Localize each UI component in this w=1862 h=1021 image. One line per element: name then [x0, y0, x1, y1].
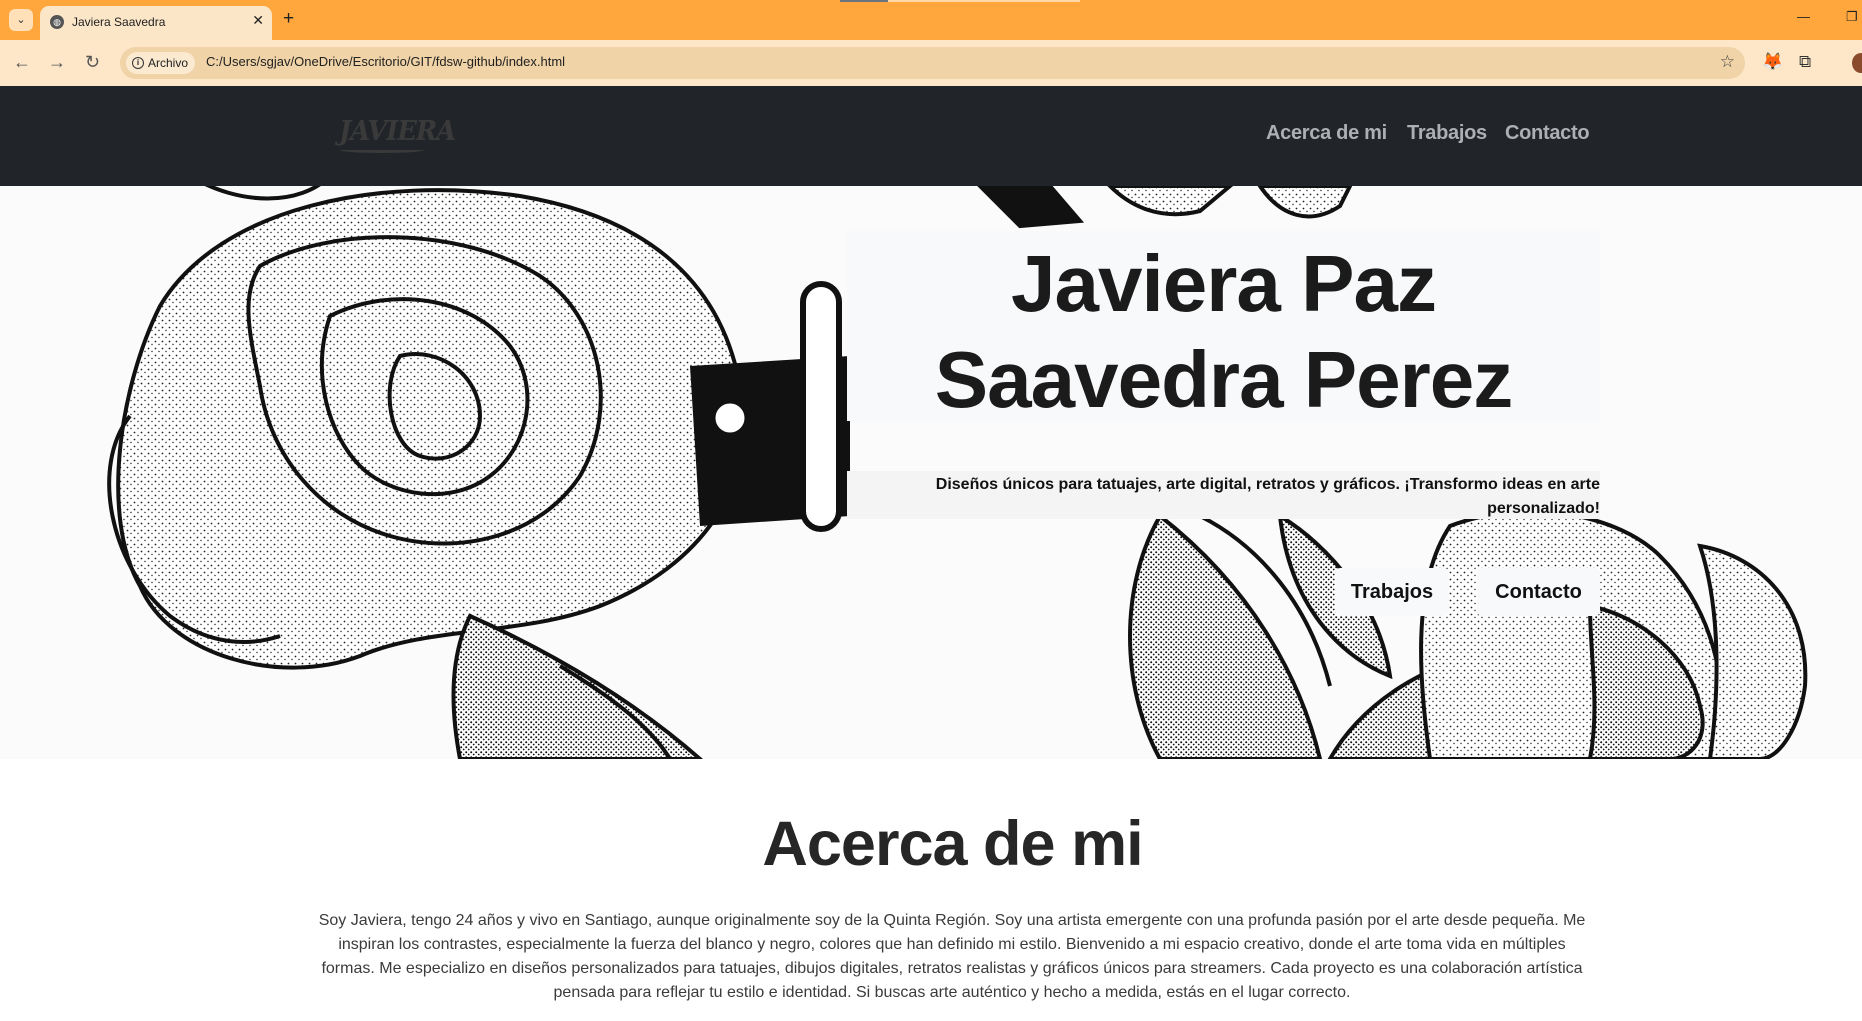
close-tab-icon[interactable]: ✕	[252, 12, 264, 29]
extensions-puzzle-icon[interactable]: ⧉	[1799, 52, 1811, 72]
browser-tab-bar: ⌄ ◍ Javiera Saavedra ✕ + — ❐	[0, 0, 1862, 40]
profile-avatar[interactable]	[1852, 53, 1862, 73]
address-bar[interactable]: i Archivo C:/Users/sgjav/OneDrive/Escrit…	[120, 47, 1745, 79]
extension-icon[interactable]: 🦊	[1762, 52, 1783, 72]
logo-swoosh	[340, 147, 424, 153]
about-heading: Acerca de mi	[762, 809, 1143, 879]
bookmark-star-icon[interactable]: ☆	[1720, 52, 1735, 72]
site-logo[interactable]: JAVIERA	[339, 116, 456, 147]
minimize-button[interactable]: —	[1797, 9, 1810, 24]
restore-button[interactable]: ❐	[1846, 9, 1858, 25]
tab-title: Javiera Saavedra	[72, 15, 166, 29]
trabajos-button[interactable]: Trabajos	[1335, 568, 1449, 616]
info-icon: i	[132, 57, 144, 69]
reload-button[interactable]: ↻	[85, 52, 100, 72]
hero-section: Javiera Paz Saavedra Perez Diseños único…	[0, 186, 1862, 759]
hero-subtitle: Diseños únicos para tatuajes, arte digit…	[935, 476, 1600, 517]
tab-search-button[interactable]: ⌄	[9, 9, 33, 31]
globe-icon: ◍	[50, 15, 64, 29]
forward-button[interactable]: →	[48, 52, 66, 72]
nav-link-acerca[interactable]: Acerca de mi	[1266, 122, 1387, 145]
new-tab-button[interactable]: +	[283, 8, 294, 30]
nav-link-trabajos[interactable]: Trabajos	[1407, 122, 1487, 145]
hero-title: Javiera Paz Saavedra Perez	[934, 239, 1514, 424]
site-info-chip[interactable]: i Archivo	[126, 52, 196, 74]
browser-tab[interactable]: ◍ Javiera Saavedra ✕	[40, 6, 272, 40]
site-info-label: Archivo	[148, 56, 189, 70]
about-paragraph: Soy Javiera, tengo 24 años y vivo en San…	[318, 912, 1586, 1001]
contacto-button[interactable]: Contacto	[1477, 568, 1600, 616]
site-navbar: JAVIERA Acerca de mi Trabajos Contacto	[0, 86, 1862, 186]
browser-toolbar: ← → ↻ i Archivo C:/Users/sgjav/OneDrive/…	[0, 40, 1862, 86]
window-drag-indicator	[840, 0, 1080, 2]
back-button[interactable]: ←	[13, 52, 31, 72]
nav-link-contacto[interactable]: Contacto	[1505, 122, 1590, 145]
url-text[interactable]: C:/Users/sgjav/OneDrive/Escritorio/GIT/f…	[206, 54, 565, 69]
